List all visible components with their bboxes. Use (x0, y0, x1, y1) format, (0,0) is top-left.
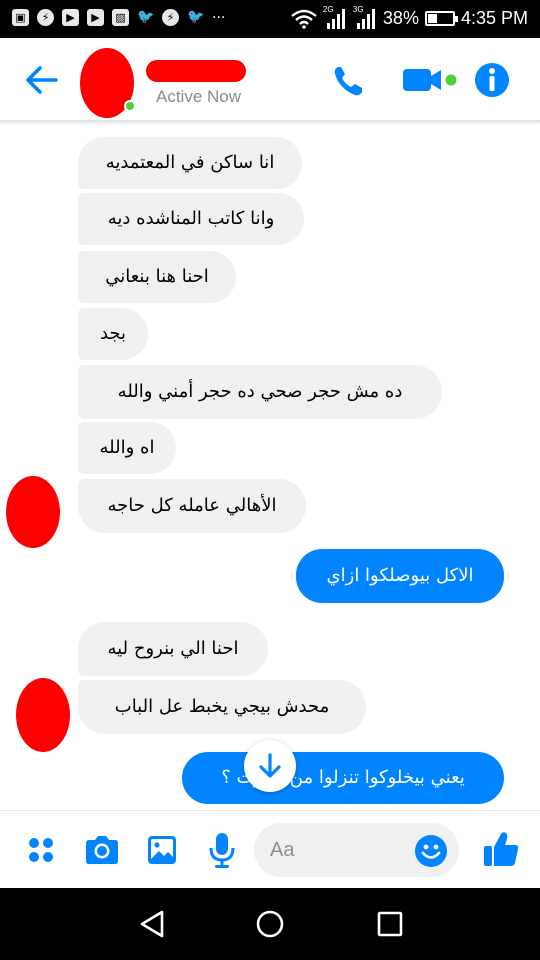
message-bubble-incoming[interactable]: اه والله (78, 422, 176, 474)
contact-name-redacted[interactable] (146, 60, 246, 82)
info-icon[interactable] (474, 60, 510, 100)
online-indicator (124, 100, 136, 112)
messenger-icon: ⚡ (162, 9, 179, 26)
message-bubble-incoming[interactable]: انا ساكن في المعتمديه (78, 137, 302, 189)
conversation-header: Active Now (0, 38, 540, 122)
message-bubble-outgoing[interactable]: يعني بيخلوكوا تنزلوا من البيوت ؟ (182, 752, 504, 804)
back-arrow-icon[interactable] (22, 60, 62, 100)
gallery-icon[interactable] (146, 831, 178, 869)
sender-avatar[interactable] (16, 678, 70, 752)
message-bubble-incoming[interactable]: وانا كاتب المناشده ديه (78, 193, 304, 245)
system-status: 2G 3G 38% 4:35 PM (291, 5, 528, 29)
twitter-icon: 🐦 (137, 9, 155, 25)
messenger-icon: ⚡ (37, 9, 54, 26)
microphone-icon[interactable] (208, 831, 236, 869)
phone-icon[interactable] (330, 60, 368, 100)
signal-3g-icon: 3G (353, 5, 377, 29)
nav-home-button[interactable] (252, 906, 288, 942)
signal-2g-icon: 2G (323, 5, 347, 29)
message-bubble-incoming[interactable]: محدش بيجي يخبط عل الباب (78, 680, 366, 734)
notification-icons: ▣ ⚡ ▶ ▶ ▨ 🐦 ⚡ 🐦 ··· (12, 9, 225, 26)
clock: 4:35 PM (460, 8, 528, 28)
message-composer (0, 810, 540, 888)
gallery-icon: ▨ (112, 9, 129, 26)
more-notifications: ··· (212, 9, 226, 26)
camera-icon[interactable] (84, 831, 120, 869)
like-thumbs-up-icon[interactable] (482, 829, 520, 869)
image-icon: ▣ (12, 9, 29, 26)
youtube-icon: ▶ (87, 9, 104, 26)
contact-avatar-button[interactable] (80, 46, 138, 120)
circle-home-icon (256, 910, 284, 938)
more-apps-icon[interactable] (26, 831, 56, 869)
message-bubble-incoming[interactable]: احنا هنا بنعاني (78, 251, 236, 303)
arrow-down-icon (259, 753, 281, 778)
square-recents-icon (377, 911, 403, 937)
triangle-back-icon (140, 910, 164, 938)
nav-recents-button[interactable] (372, 906, 408, 942)
message-bubble-incoming[interactable]: ده مش حجر صحي ده حجر أمني والله (78, 365, 442, 419)
message-bubble-incoming[interactable]: احنا الي بنروح ليه (78, 622, 268, 676)
battery-fill (427, 14, 437, 23)
scroll-to-bottom-button[interactable] (244, 740, 296, 792)
message-bubble-outgoing[interactable]: الاكل بيوصلكوا ازاي (296, 549, 504, 603)
status-bar: ▣ ⚡ ▶ ▶ ▨ 🐦 ⚡ 🐦 ··· 2G 3G 38% 4:35 PM (0, 0, 540, 38)
video-call-icon[interactable] (402, 60, 460, 100)
wifi-icon (291, 9, 317, 29)
message-bubble-incoming[interactable]: الأهالي عامله كل حاجه (78, 479, 306, 533)
contact-status: Active Now (156, 87, 242, 106)
youtube-icon: ▶ (62, 9, 79, 26)
emoji-icon[interactable] (414, 834, 448, 868)
android-nav-bar (0, 888, 540, 960)
battery-icon (424, 11, 458, 26)
battery-percent: 38% (382, 8, 419, 28)
message-list[interactable]: انا ساكن في المعتمديه وانا كاتب المناشده… (0, 124, 540, 810)
twitter-icon: 🐦 (187, 9, 205, 25)
message-bubble-incoming[interactable]: بجد (78, 308, 148, 360)
nav-back-button[interactable] (134, 906, 170, 942)
sender-avatar[interactable] (6, 476, 60, 548)
